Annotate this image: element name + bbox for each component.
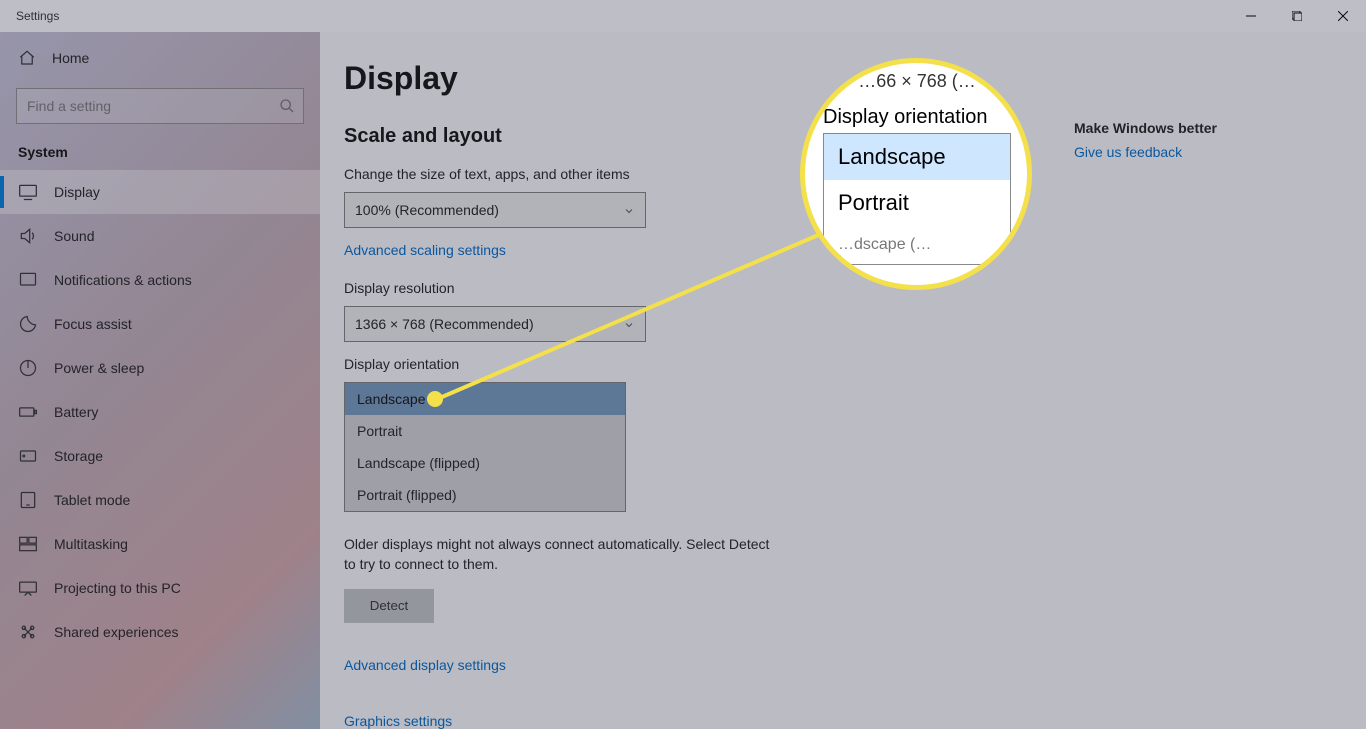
sidebar-item-tablet-mode[interactable]: Tablet mode — [0, 478, 320, 522]
sidebar: Home System Display Sound Notifications … — [0, 32, 320, 729]
callout-magnifier: …66 × 768 (… Display orientation Landsca… — [800, 58, 1032, 290]
home-nav[interactable]: Home — [0, 38, 320, 78]
scale-combo[interactable]: 100% (Recommended) — [344, 192, 646, 228]
search-box[interactable] — [16, 88, 304, 124]
sidebar-item-label: Storage — [54, 448, 103, 464]
scale-value: 100% (Recommended) — [355, 202, 499, 218]
tablet-icon — [18, 490, 38, 510]
orientation-option-portrait-flipped[interactable]: Portrait (flipped) — [345, 479, 625, 511]
sidebar-item-display[interactable]: Display — [0, 170, 320, 214]
advanced-display-link[interactable]: Advanced display settings — [344, 657, 506, 673]
close-button[interactable] — [1320, 0, 1366, 32]
callout-option-partial: …dscape (… — [824, 226, 1010, 264]
detect-button[interactable]: Detect — [344, 589, 434, 623]
sidebar-item-sound[interactable]: Sound — [0, 214, 320, 258]
home-label: Home — [52, 50, 89, 66]
sidebar-group-title: System — [0, 138, 320, 170]
sidebar-item-battery[interactable]: Battery — [0, 390, 320, 434]
sidebar-item-label: Projecting to this PC — [54, 580, 181, 596]
home-icon — [18, 49, 36, 67]
sidebar-item-multitasking[interactable]: Multitasking — [0, 522, 320, 566]
display-icon — [18, 182, 38, 202]
sidebar-item-label: Power & sleep — [54, 360, 144, 376]
sidebar-item-notifications[interactable]: Notifications & actions — [0, 258, 320, 302]
chevron-down-icon — [623, 204, 635, 216]
search-icon — [279, 98, 295, 114]
sidebar-item-power-sleep[interactable]: Power & sleep — [0, 346, 320, 390]
right-column: Make Windows better Give us feedback — [1074, 32, 1366, 729]
multitasking-icon — [18, 534, 38, 554]
search-input[interactable] — [25, 97, 269, 115]
sidebar-item-label: Battery — [54, 404, 98, 420]
sidebar-item-storage[interactable]: Storage — [0, 434, 320, 478]
sidebar-item-label: Notifications & actions — [54, 272, 192, 288]
multi-display-text: Older displays might not always connect … — [344, 534, 784, 575]
callout-option-portrait: Portrait — [824, 180, 1010, 226]
sidebar-item-shared-experiences[interactable]: Shared experiences — [0, 610, 320, 654]
feedback-link[interactable]: Give us feedback — [1074, 144, 1182, 160]
minimize-button[interactable] — [1228, 0, 1274, 32]
power-icon — [18, 358, 38, 378]
sidebar-item-projecting[interactable]: Projecting to this PC — [0, 566, 320, 610]
right-heading: Make Windows better — [1074, 120, 1344, 136]
storage-icon — [18, 446, 38, 466]
sound-icon — [18, 226, 38, 246]
shared-icon — [18, 622, 38, 642]
window-title: Settings — [16, 9, 59, 23]
window-controls — [1228, 0, 1366, 32]
sidebar-item-focus-assist[interactable]: Focus assist — [0, 302, 320, 346]
projecting-icon — [18, 578, 38, 598]
notifications-icon — [18, 270, 38, 290]
callout-dot — [427, 391, 443, 407]
callout-line — [435, 230, 855, 433]
callout-options: Landscape Portrait …dscape (… — [823, 133, 1011, 265]
focus-assist-icon — [18, 314, 38, 334]
sidebar-item-label: Display — [54, 184, 100, 200]
callout-label: Display orientation — [823, 106, 1011, 129]
titlebar: Settings — [0, 0, 1366, 32]
battery-icon — [18, 402, 38, 422]
orientation-option-landscape-flipped[interactable]: Landscape (flipped) — [345, 447, 625, 479]
callout-option-landscape: Landscape — [824, 134, 1010, 180]
maximize-button[interactable] — [1274, 0, 1320, 32]
graphics-settings-link[interactable]: Graphics settings — [344, 713, 452, 729]
sidebar-item-label: Focus assist — [54, 316, 132, 332]
sidebar-item-label: Shared experiences — [54, 624, 179, 640]
sidebar-item-label: Multitasking — [54, 536, 128, 552]
sidebar-item-label: Sound — [54, 228, 94, 244]
sidebar-item-label: Tablet mode — [54, 492, 130, 508]
